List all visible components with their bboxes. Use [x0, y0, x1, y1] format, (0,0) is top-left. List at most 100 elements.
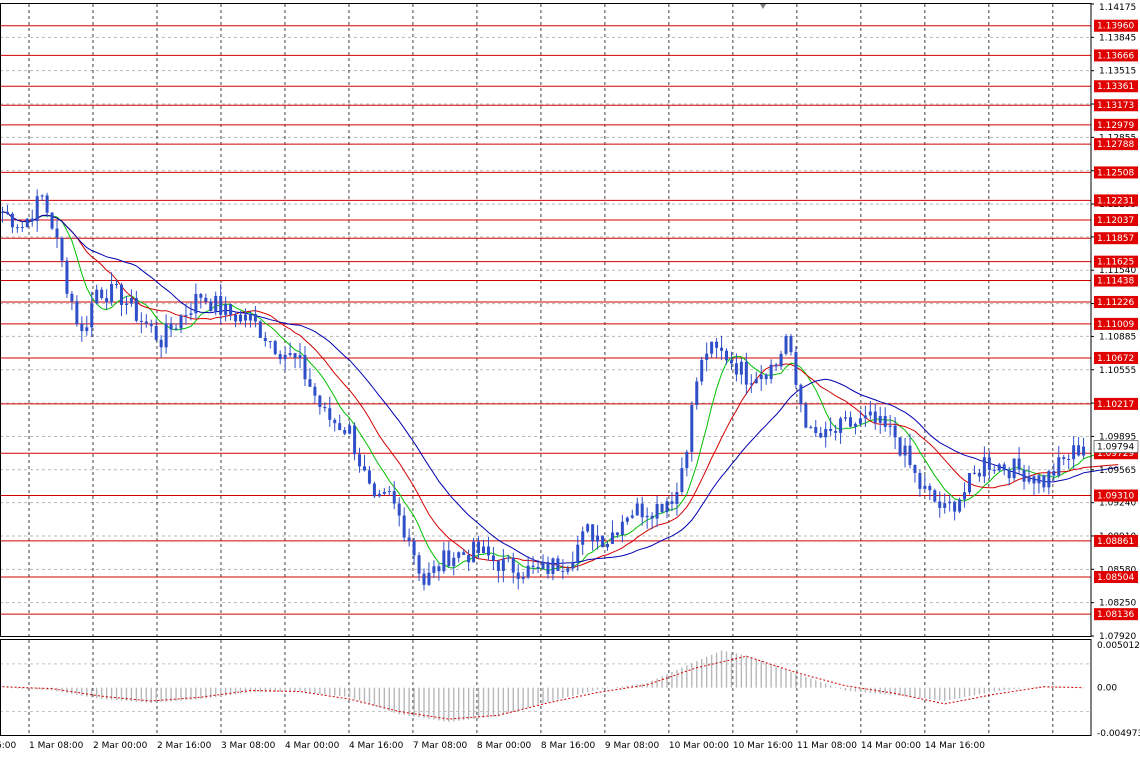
price-candle-body — [754, 378, 758, 384]
level-price-label: 1.12788 — [1097, 140, 1134, 150]
price-candle-body — [516, 572, 520, 579]
level-price-label: 1.13173 — [1097, 101, 1134, 111]
price-tick-label: 1.09565 — [1099, 466, 1136, 476]
time-tick-label: 14 Mar 00:00 — [861, 741, 921, 751]
time-tick-label: 4 Mar 16:00 — [349, 741, 404, 751]
price-candle-body — [725, 350, 729, 361]
price-candle-body — [467, 554, 471, 563]
price-candle-body — [164, 323, 168, 348]
time-tick-label: 10 Mar 00:00 — [669, 741, 729, 751]
level-price-label: 1.08136 — [1097, 610, 1134, 620]
moving-averages — [2, 211, 1119, 572]
price-candle-body — [1037, 475, 1041, 484]
price-candle-body — [878, 415, 882, 423]
price-candle-body — [610, 532, 614, 544]
price-candle-body — [283, 355, 287, 360]
price-candle-body — [734, 363, 738, 375]
price-candle-body — [908, 445, 912, 466]
price-candle-body — [982, 457, 986, 477]
price-tick-label: 1.08250 — [1099, 599, 1136, 609]
time-axis: 6:00 1 Mar 08:00 2 Mar 00:00 2 Mar 16:00 3 M… — [0, 741, 985, 751]
level-price-badges: 1.13960 1.13666 1.13361 1.13173 1.12979 1.127… — [1093, 19, 1139, 621]
trading-chart[interactable]: 1.141751.138451.135151.131851.128551.125… — [0, 0, 1140, 757]
price-candle-body — [948, 501, 952, 504]
main-pane-border — [0, 3, 1092, 637]
price-candle-body — [819, 433, 823, 438]
price-candle-body — [1032, 476, 1036, 484]
price-candle-body — [1057, 457, 1061, 476]
price-candle-body — [308, 379, 312, 387]
level-price-label: 1.09310 — [1097, 492, 1134, 502]
price-candle-body — [1002, 464, 1006, 471]
price-candle-body — [105, 298, 109, 303]
price-candle-body — [546, 561, 550, 574]
price-candle-body — [293, 353, 297, 358]
price-candle-body — [620, 521, 624, 536]
price-candle-body — [928, 485, 932, 491]
price-candle-body — [273, 341, 277, 355]
price-candle-body — [526, 565, 530, 577]
price-candle-body — [938, 501, 942, 508]
horizontal-level-lines[interactable] — [0, 25, 1091, 615]
price-candle-body — [839, 418, 843, 433]
time-tick-label: 10 Mar 16:00 — [733, 741, 793, 751]
price-candle-body — [353, 425, 357, 455]
price-candle-body — [923, 485, 927, 489]
price-candle-body — [953, 501, 957, 512]
price-candle-body — [630, 515, 634, 518]
price-candle-body — [204, 297, 208, 302]
price-candle-body — [5, 211, 9, 214]
price-candle-body — [372, 483, 376, 497]
macd-tick-label: -0.004973 — [1097, 729, 1140, 739]
price-candle-body — [144, 321, 148, 324]
price-candle-body — [521, 576, 525, 579]
macd-tick-label: 0.00 — [1097, 684, 1117, 694]
macd-axis: 0.005012 0.00 -0.004973 — [1097, 641, 1140, 739]
price-candle-body — [720, 347, 724, 351]
price-candle-body — [680, 468, 684, 493]
price-candle-body — [804, 404, 808, 428]
price-candle-body — [739, 361, 743, 375]
price-candle-body — [174, 328, 178, 330]
price-candle-body — [1082, 446, 1086, 456]
price-candle-body — [258, 321, 262, 338]
price-candle-body — [690, 404, 694, 452]
price-candle-body — [482, 546, 486, 554]
price-candle-body — [571, 563, 575, 569]
price-candle-body — [759, 374, 763, 379]
price-candle-body — [710, 341, 714, 354]
price-candle-body — [288, 353, 292, 356]
price-candle-body — [715, 341, 719, 348]
price-candle-body — [50, 212, 54, 229]
price-candle-body — [700, 359, 704, 382]
price-candle-body — [149, 323, 153, 327]
price-candle-body — [338, 423, 342, 431]
price-candle-body — [115, 283, 119, 285]
price-candle-body — [229, 304, 233, 315]
price-candle-body — [119, 284, 123, 305]
price-candle-body — [1052, 471, 1056, 476]
price-candle-body — [179, 315, 183, 329]
price-candle-body — [888, 425, 892, 427]
price-candle-body — [90, 303, 94, 328]
level-price-label: 1.12508 — [1097, 168, 1134, 178]
time-tick-label: 1 Mar 08:00 — [29, 741, 84, 751]
price-candle-body — [452, 557, 456, 567]
level-price-label: 1.12979 — [1097, 121, 1134, 131]
price-candle-body — [278, 354, 282, 360]
price-candle-body — [95, 289, 99, 304]
price-candle-body — [779, 353, 783, 367]
price-tick-label: 1.10555 — [1099, 366, 1136, 376]
price-candle-body — [913, 465, 917, 473]
price-candle-body — [844, 417, 848, 419]
price-candle-body — [605, 543, 609, 548]
price-candle-body — [655, 503, 659, 519]
price-candle-body — [80, 323, 84, 332]
price-candle-body — [313, 386, 317, 396]
price-candle-body — [650, 515, 654, 519]
price-candle-body — [561, 570, 565, 572]
price-candle-body — [933, 490, 937, 502]
level-price-label: 1.11226 — [1097, 298, 1134, 308]
price-candle-body — [591, 524, 595, 542]
macd-pane-border — [0, 639, 1092, 736]
